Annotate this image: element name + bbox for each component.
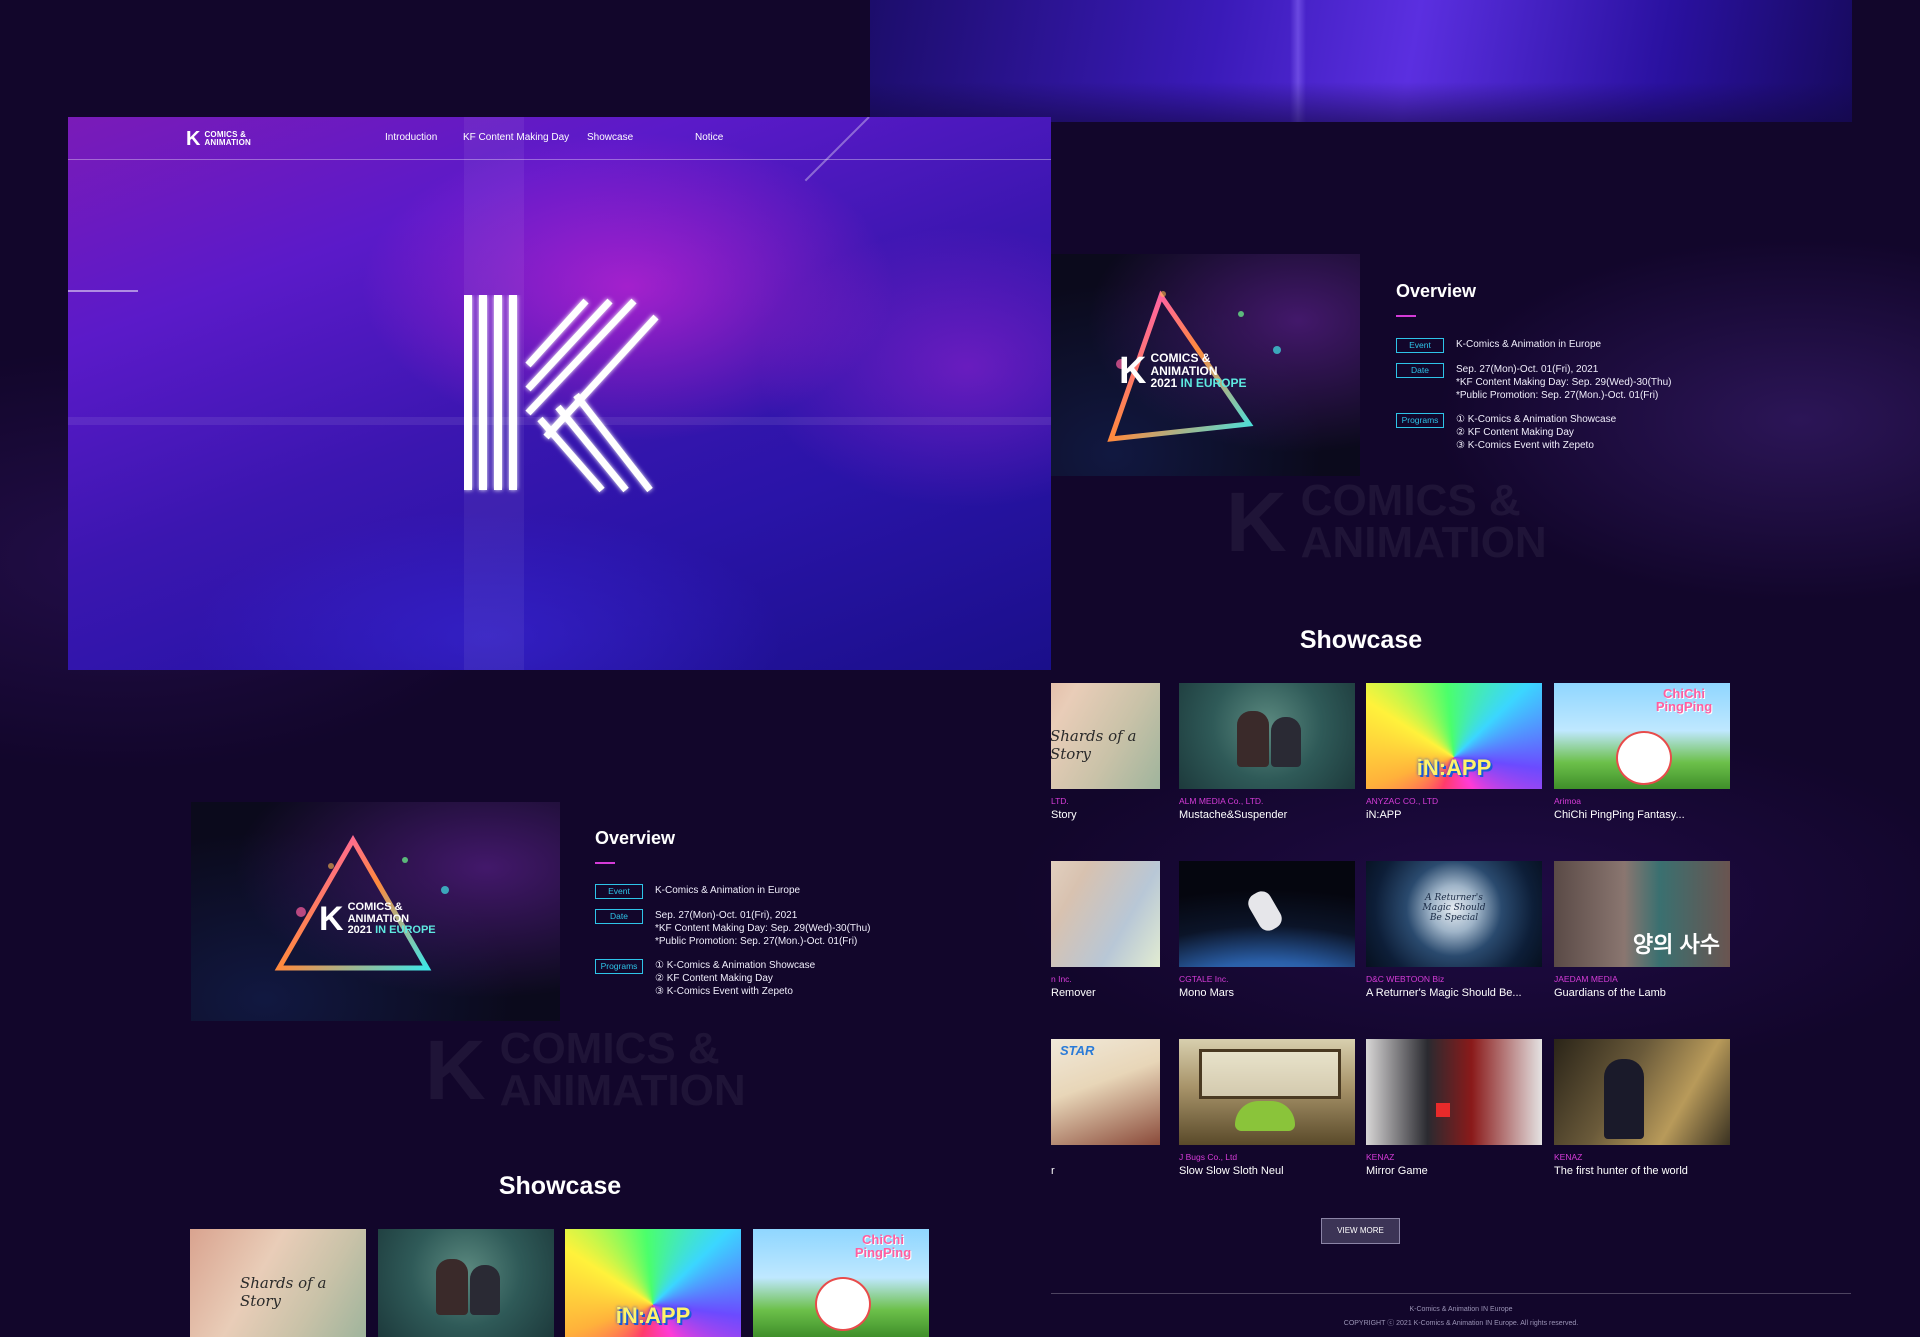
overview-programs-row: Programs ① K-Comics & Animation Showcase…	[595, 959, 815, 998]
showcase-thumb-chichi[interactable]: ChiChi PingPing	[753, 1229, 929, 1337]
hero-k-logo	[464, 295, 659, 493]
watermark-logo: K COMICS & ANIMATION	[425, 1023, 746, 1117]
overview-title: Overview	[595, 828, 676, 848]
top-hero-strip	[870, 0, 1852, 122]
card-title[interactable]: ChiChi PingPing Fantasy...	[1554, 809, 1685, 821]
showcase-card-thumb[interactable]	[1051, 861, 1160, 967]
event-logo: K COMICS & ANIMATION 2021 IN EUROPE	[319, 900, 436, 939]
event-logo-right: K COMICS & ANIMATION 2021 IN EUROPE	[1119, 350, 1247, 392]
showcase-card-thumb[interactable]: ChiChi PingPing	[1554, 683, 1730, 789]
footer-title: K-Comics & Animation IN Europe	[1409, 1306, 1513, 1313]
card-title[interactable]: Mono Mars	[1179, 987, 1234, 999]
showcase-grid: Shards of a Story LTD. Story ALM MEDIA C…	[1051, 640, 1851, 1210]
card-title[interactable]: A Returner's Magic Should Be...	[1366, 987, 1522, 999]
footer-copyright: COPYRIGHT ⓒ 2021 K-Comics & Animation IN…	[1343, 1320, 1579, 1327]
nav-notice[interactable]: Notice	[695, 132, 723, 143]
showcase-card-thumb[interactable]	[1554, 1039, 1730, 1145]
hero-banner: K COMICS & ANIMATION Introduction KF Cont…	[68, 117, 1051, 670]
showcase-thumb-shards[interactable]: Shards of a Story	[190, 1229, 366, 1337]
showcase-card-thumb[interactable]: 양의 사수	[1554, 861, 1730, 967]
overview-underline-right	[1396, 315, 1416, 317]
view-more-button[interactable]: VIEW MORE	[1321, 1218, 1400, 1244]
showcase-title: Showcase	[498, 1172, 622, 1200]
nav-introduction[interactable]: Introduction	[385, 132, 437, 143]
showcase-card-thumb[interactable]	[1179, 1039, 1355, 1145]
card-title[interactable]: The first hunter of the world	[1554, 1165, 1688, 1177]
footer-divider	[1051, 1293, 1851, 1294]
overview-event-row-right: Event K-Comics & Animation in Europe	[1396, 338, 1601, 353]
showcase-card-thumb[interactable]	[1179, 861, 1355, 967]
overview-date-row-right: Date Sep. 27(Mon)-Oct. 01(Fri), 2021 *KF…	[1396, 363, 1671, 402]
overview-date-row: Date Sep. 27(Mon)-Oct. 01(Fri), 2021 *KF…	[595, 909, 870, 948]
nav-kf-content-making-day[interactable]: KF Content Making Day	[463, 132, 569, 143]
watermark-logo-right: K COMICS & ANIMATION	[1226, 475, 1547, 569]
overview-event-row: Event K-Comics & Animation in Europe	[595, 884, 800, 899]
showcase-card-thumb[interactable]	[1366, 1039, 1542, 1145]
showcase-card-thumb[interactable]: STAR	[1051, 1039, 1160, 1145]
showcase-thumb-mustache[interactable]	[378, 1229, 554, 1337]
card-title[interactable]: Slow Slow Sloth Neul	[1179, 1165, 1284, 1177]
showcase-thumb-inapp[interactable]: iN:APP	[565, 1229, 741, 1337]
nav-showcase[interactable]: Showcase	[587, 132, 633, 143]
overview-image: K COMICS & ANIMATION 2021 IN EUROPE	[191, 802, 560, 1021]
overview-underline	[595, 862, 615, 864]
showcase-card-thumb[interactable]: A Returner's Magic Should Be Special	[1366, 861, 1542, 967]
showcase-card-thumb[interactable]	[1179, 683, 1355, 789]
overview-programs-row-right: Programs ① K-Comics & Animation Showcase…	[1396, 413, 1616, 452]
top-nav: K COMICS & ANIMATION Introduction KF Cont…	[68, 117, 1051, 160]
showcase-card-thumb[interactable]: iN:APP	[1366, 683, 1542, 789]
card-title[interactable]: iN:APP	[1366, 809, 1401, 821]
site-logo[interactable]: K COMICS & ANIMATION	[186, 129, 251, 149]
overview-title-right: Overview	[1396, 281, 1477, 301]
date-tag: Date	[595, 909, 643, 924]
programs-tag: Programs	[595, 959, 643, 974]
showcase-card-thumb[interactable]: Shards of a Story	[1051, 683, 1160, 789]
event-tag: Event	[595, 884, 643, 899]
card-title[interactable]: Mustache&Suspender	[1179, 809, 1287, 821]
overview-image-right: K COMICS & ANIMATION 2021 IN EUROPE	[1051, 254, 1360, 476]
card-title[interactable]: Guardians of the Lamb	[1554, 987, 1666, 999]
card-title[interactable]: Mirror Game	[1366, 1165, 1428, 1177]
